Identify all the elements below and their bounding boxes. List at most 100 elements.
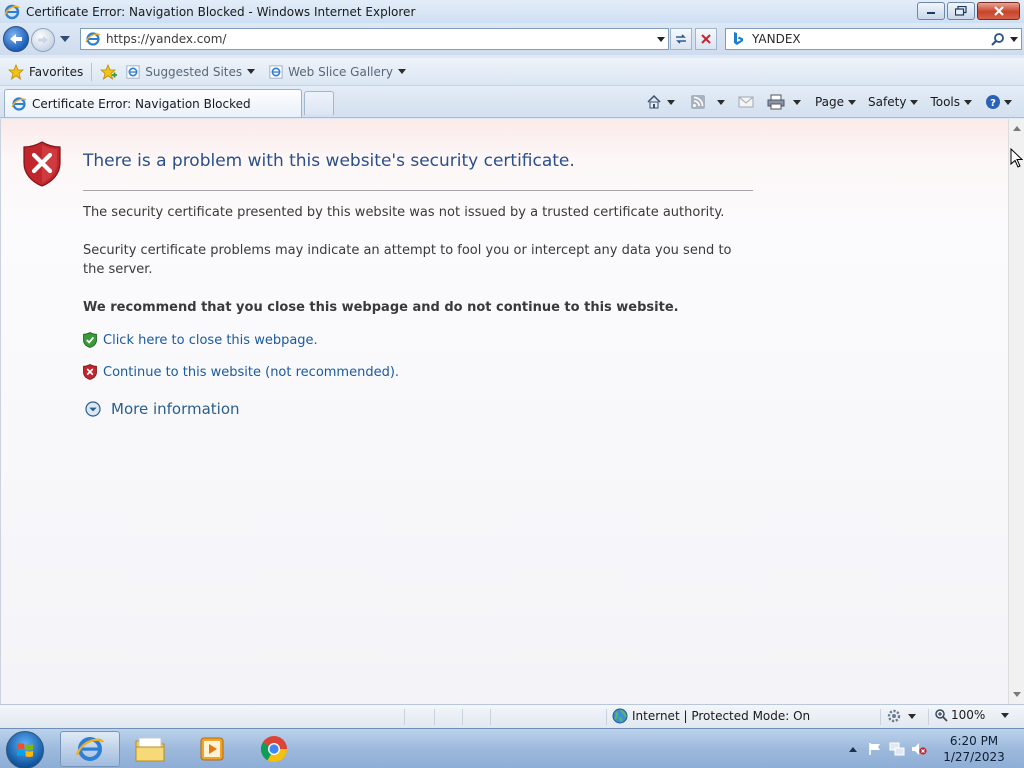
scroll-down-arrow[interactable] <box>1013 692 1021 697</box>
status-divider <box>880 709 881 725</box>
windows-logo-icon <box>17 743 33 757</box>
add-to-favorites-bar-button[interactable] <box>96 61 122 83</box>
tab-certificate-error[interactable]: Certificate Error: Navigation Blocked <box>4 89 302 117</box>
feeds-button[interactable] <box>685 90 729 114</box>
folder-icon <box>135 737 165 762</box>
search-options-dropdown[interactable] <box>1007 29 1021 49</box>
chevron-down-icon <box>910 99 919 105</box>
close-webpage-label: Click here to close this webpage. <box>103 332 318 348</box>
close-webpage-link[interactable]: Click here to close this webpage. <box>83 332 318 348</box>
chevron-down-icon <box>247 69 256 74</box>
taskbar-media-player[interactable] <box>182 731 242 767</box>
suggested-sites-link[interactable]: Suggested Sites <box>122 61 259 83</box>
settings-gear-icon <box>887 709 901 723</box>
mouse-cursor-icon <box>1010 147 1024 168</box>
status-divider <box>928 709 929 725</box>
tab-ie-icon <box>11 96 27 112</box>
back-button[interactable] <box>3 26 29 52</box>
favorites-separator <box>91 62 93 81</box>
ie-logo-icon <box>4 4 20 20</box>
status-divider <box>490 709 491 725</box>
minimize-button[interactable] <box>917 2 945 20</box>
chevron-down-icon <box>964 99 972 105</box>
refresh-button[interactable] <box>670 28 692 50</box>
show-hidden-icons-arrow[interactable] <box>842 738 864 760</box>
favorites-label: Favorites <box>29 64 84 79</box>
recommendation-text: We recommend that you close this webpage… <box>83 300 679 315</box>
zoom-level-button[interactable]: 100% <box>934 708 1010 722</box>
mail-icon <box>737 93 755 111</box>
search-input[interactable]: YANDEX <box>752 32 989 46</box>
favorites-button[interactable]: Favorites <box>4 61 87 83</box>
taskbar-file-explorer[interactable] <box>120 731 180 767</box>
tab-label: Certificate Error: Navigation Blocked <box>32 96 251 111</box>
read-mail-button[interactable] <box>733 90 759 114</box>
volume-muted-icon[interactable] <box>908 738 930 760</box>
status-divider <box>606 709 607 725</box>
error-shield-icon <box>23 141 61 187</box>
system-clock[interactable]: 6:20 PM 1/27/2023 <box>940 733 1008 765</box>
taskbar: 6:20 PM 1/27/2023 <box>0 728 1024 768</box>
svg-text:?: ? <box>990 98 996 109</box>
chevron-down-icon <box>1001 712 1010 718</box>
bing-icon <box>730 31 746 47</box>
forward-button[interactable] <box>31 28 55 52</box>
tools-menu-label: Tools <box>930 95 960 109</box>
notification-area <box>842 735 930 763</box>
zoom-icon <box>935 709 948 722</box>
page-title: There is a problem with this website's s… <box>83 151 575 171</box>
title-divider <box>83 190 753 191</box>
print-button[interactable] <box>763 90 805 114</box>
page-menu[interactable]: Page <box>811 90 860 114</box>
zoom-level-label: 100% <box>951 708 986 722</box>
search-icon[interactable] <box>989 29 1007 49</box>
stop-button[interactable] <box>695 28 717 50</box>
printer-icon <box>767 93 785 111</box>
more-information-toggle[interactable]: More information <box>85 400 240 418</box>
home-button[interactable] <box>641 90 679 114</box>
taskbar-internet-explorer[interactable] <box>60 731 120 767</box>
recent-pages-dropdown[interactable] <box>59 33 71 45</box>
window-controls <box>915 2 1020 20</box>
address-dropdown[interactable] <box>654 29 668 49</box>
status-divider <box>434 709 435 725</box>
action-center-flag-icon[interactable] <box>864 738 886 760</box>
address-bar[interactable]: https://yandex.com/ <box>80 28 669 50</box>
protected-mode-settings-button[interactable] <box>886 708 916 724</box>
window-title: Certificate Error: Navigation Blocked - … <box>26 4 416 19</box>
more-information-label: More information <box>111 400 240 418</box>
scroll-up-arrow[interactable] <box>1013 126 1021 131</box>
status-divider <box>462 709 463 725</box>
help-menu[interactable]: ? <box>980 90 1016 114</box>
chevron-down-icon <box>716 99 725 105</box>
security-zone-indicator[interactable]: Internet | Protected Mode: On <box>612 708 810 724</box>
safety-menu[interactable]: Safety <box>864 90 922 114</box>
continue-to-website-link[interactable]: Continue to this website (not recommende… <box>83 364 399 380</box>
web-slice-gallery-label: Web Slice Gallery <box>288 64 393 79</box>
tab-row: Certificate Error: Navigation Blocked Pa… <box>0 86 1024 118</box>
home-icon <box>645 93 663 111</box>
page-menu-label: Page <box>814 95 845 109</box>
address-text: https://yandex.com/ <box>106 32 227 46</box>
network-icon[interactable] <box>886 738 908 760</box>
warning-text: Security certificate problems may indica… <box>83 243 732 277</box>
page-ie-icon <box>85 31 101 47</box>
close-window-button[interactable] <box>977 2 1020 20</box>
continue-to-website-label: Continue to this website (not recommende… <box>103 364 400 380</box>
taskbar-chrome[interactable] <box>244 731 304 767</box>
vertical-scrollbar[interactable] <box>1008 119 1024 704</box>
security-zone-label: Internet | Protected Mode: On <box>632 709 811 723</box>
status-bar: Internet | Protected Mode: On 100% <box>0 704 1024 728</box>
web-slice-gallery-link[interactable]: Web Slice Gallery <box>265 61 410 83</box>
chevron-down-icon <box>792 99 801 105</box>
new-tab-button[interactable] <box>304 91 334 115</box>
tools-menu[interactable]: Tools <box>926 90 976 114</box>
restore-button[interactable] <box>947 2 975 20</box>
command-bar: Page Safety Tools ? <box>641 90 1016 114</box>
search-box[interactable]: YANDEX <box>725 28 1022 50</box>
chevron-down-icon <box>1004 99 1012 105</box>
add-favorite-icon <box>100 63 118 80</box>
chevron-down-icon <box>908 713 916 719</box>
status-divider <box>404 709 405 725</box>
start-button[interactable] <box>6 731 44 768</box>
